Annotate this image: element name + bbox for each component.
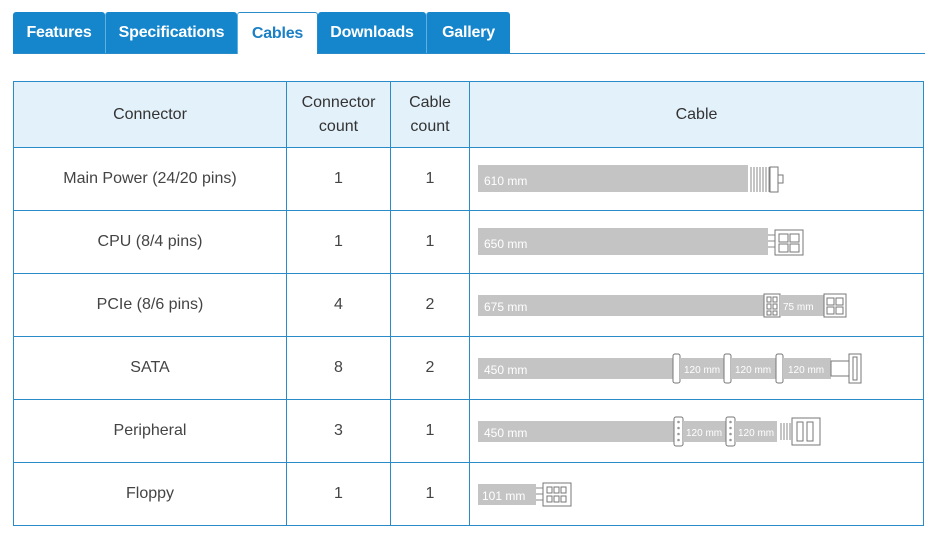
connector-count: 1: [286, 147, 391, 211]
header-connector: Connector: [13, 81, 287, 148]
connector-count: 1: [286, 210, 391, 274]
cable-length-label: 120 mm: [684, 365, 720, 376]
table-row: PCIe (8/6 pins) 4 2 675 mm 75 mm: [13, 273, 924, 337]
connector-name: Main Power (24/20 pins): [13, 147, 287, 211]
cable-length-label: 450 mm: [484, 363, 527, 377]
tab-cables[interactable]: Cables: [237, 12, 318, 54]
cable-length-label: 120 mm: [788, 365, 824, 376]
cable-length-label: 650 mm: [484, 237, 527, 251]
cable-diagram: 450 mm 120 mm 120 mm: [469, 399, 924, 463]
cable-length-label: 120 mm: [738, 428, 774, 439]
connector-name: PCIe (8/6 pins): [13, 273, 287, 337]
table-row: Floppy 1 1 101 mm: [13, 462, 924, 526]
cable-length-label: 675 mm: [484, 300, 527, 314]
connector-name: Floppy: [13, 462, 287, 526]
cable-length-label: 75 mm: [783, 302, 814, 313]
cables-table: Connector Connector count Cable count Cabl…: [13, 81, 924, 526]
header-connector-count: Connector count: [286, 81, 391, 148]
pcie-cable-illustration: 675 mm 75 mm: [478, 293, 847, 318]
header-cable-count: Cable count: [390, 81, 470, 148]
cable-count: 1: [390, 399, 470, 463]
connector-name: CPU (8/4 pins): [13, 210, 287, 274]
table-row: Main Power (24/20 pins) 1 1 610 mm: [13, 147, 924, 211]
tab-specifications[interactable]: Specifications: [105, 12, 237, 53]
connector-count: 3: [286, 399, 391, 463]
cable-length-label: 120 mm: [686, 428, 722, 439]
cpu-cable-illustration: 650 mm: [478, 228, 804, 256]
cable-length-label: 101 mm: [482, 489, 525, 503]
cable-count: 2: [390, 336, 470, 400]
header-cable: Cable: [469, 81, 924, 148]
tab-bar-underline: [13, 53, 925, 54]
cable-diagram: 650 mm: [469, 210, 924, 274]
cable-count: 1: [390, 147, 470, 211]
connector-count: 4: [286, 273, 391, 337]
cable-length-label: 610 mm: [484, 174, 527, 188]
cable-diagram: 675 mm 75 mm: [469, 273, 924, 337]
connector-count: 1: [286, 462, 391, 526]
floppy-cable-illustration: 101 mm: [478, 482, 572, 507]
table-row: SATA 8 2 450 mm 120 mm 120 mm 120 mm: [13, 336, 924, 400]
sata-cable-illustration: 450 mm 120 mm 120 mm 120 mm: [478, 353, 862, 384]
connector-name: SATA: [13, 336, 287, 400]
tab-downloads[interactable]: Downloads: [318, 12, 426, 53]
connector-count: 8: [286, 336, 391, 400]
main-power-cable-illustration: 610 mm: [478, 165, 784, 193]
tab-bar: Features Specifications Cables Downloads…: [13, 12, 925, 54]
connector-name: Peripheral: [13, 399, 287, 463]
cable-length-label: 450 mm: [484, 426, 527, 440]
cable-length-label: 120 mm: [735, 365, 771, 376]
table-row: CPU (8/4 pins) 1 1 650 mm: [13, 210, 924, 274]
table-row: Peripheral 3 1 450 mm 120 mm 120 mm: [13, 399, 924, 463]
cable-diagram: 101 mm: [469, 462, 924, 526]
table-header-row: Connector Connector count Cable count Cabl…: [13, 81, 924, 148]
cable-diagram: 610 mm: [469, 147, 924, 211]
cable-count: 2: [390, 273, 470, 337]
cable-count: 1: [390, 210, 470, 274]
cable-diagram: 450 mm 120 mm 120 mm 120 mm: [469, 336, 924, 400]
cable-count: 1: [390, 462, 470, 526]
peripheral-cable-illustration: 450 mm 120 mm 120 mm: [478, 416, 821, 447]
tab-features[interactable]: Features: [13, 12, 105, 53]
tab-gallery[interactable]: Gallery: [426, 12, 510, 53]
